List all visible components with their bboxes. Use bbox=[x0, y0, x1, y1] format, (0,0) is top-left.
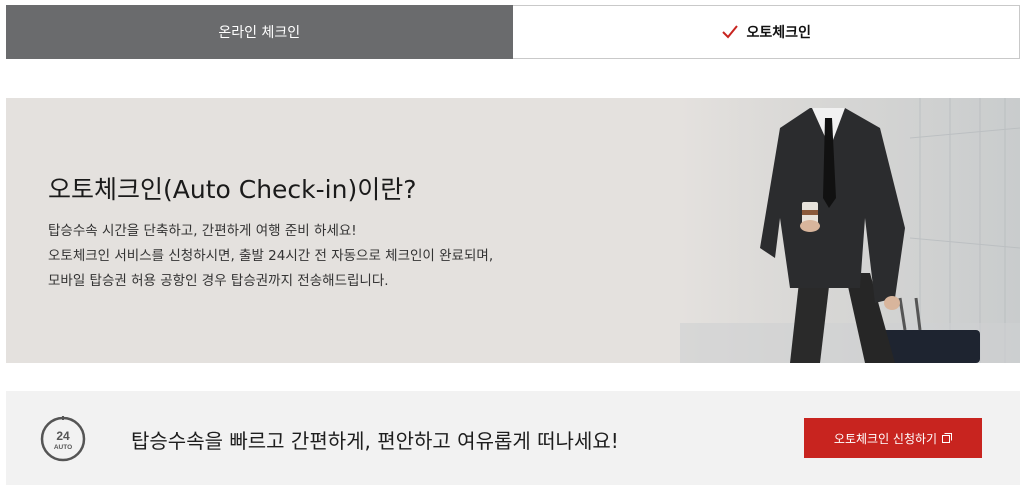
auto-checkin-apply-button[interactable]: 오토체크인 신청하기 bbox=[804, 418, 982, 458]
tab-auto-checkin-label: 오토체크인 bbox=[746, 25, 811, 41]
promo-bar: 24 AUTO 탑승수속을 빠르고 간편하게, 편안하고 여유롭게 떠나세요! … bbox=[6, 391, 1020, 485]
apply-button-label: 오토체크인 신청하기 bbox=[833, 431, 938, 446]
clock-icon-number: 24 bbox=[56, 429, 70, 443]
promo-message: 탑승수속을 빠르고 간편하게, 편안하고 여유롭게 떠나세요! bbox=[131, 429, 619, 453]
tab-online-checkin[interactable]: 온라인 체크인 bbox=[6, 5, 513, 59]
checkmark-icon bbox=[721, 25, 738, 39]
tab-online-checkin-label: 온라인 체크인 bbox=[218, 25, 301, 41]
page: 온라인 체크인 오토체크인 오토체크인(Auto Check-in)이란? 탑승… bbox=[0, 0, 1024, 488]
hero-description: 탑승수속 시간을 단축하고, 간편하게 여행 준비 하세요! 오토체크인 서비스… bbox=[48, 219, 493, 294]
hero-title: 오토체크인(Auto Check-in)이란? bbox=[48, 175, 417, 204]
checkin-tabs: 온라인 체크인 오토체크인 bbox=[6, 5, 1020, 59]
new-window-icon bbox=[942, 433, 953, 443]
clock-24-auto-icon: 24 AUTO bbox=[40, 416, 86, 462]
businessman-photo bbox=[680, 98, 1020, 363]
hero-description-line: 오토체크인 서비스를 신청하시면, 출발 24시간 전 자동으로 체크인이 완료… bbox=[48, 248, 494, 264]
clock-icon-auto-label: AUTO bbox=[54, 444, 72, 451]
tab-auto-checkin[interactable]: 오토체크인 bbox=[512, 5, 1020, 59]
hero-description-line: 모바일 탑승권 허용 공항인 경우 탑승권까지 전송해드립니다. bbox=[48, 273, 389, 289]
hero-description-line: 탑승수속 시간을 단축하고, 간편하게 여행 준비 하세요! bbox=[48, 223, 357, 239]
hero-banner: 오토체크인(Auto Check-in)이란? 탑승수속 시간을 단축하고, 간… bbox=[6, 98, 1020, 363]
